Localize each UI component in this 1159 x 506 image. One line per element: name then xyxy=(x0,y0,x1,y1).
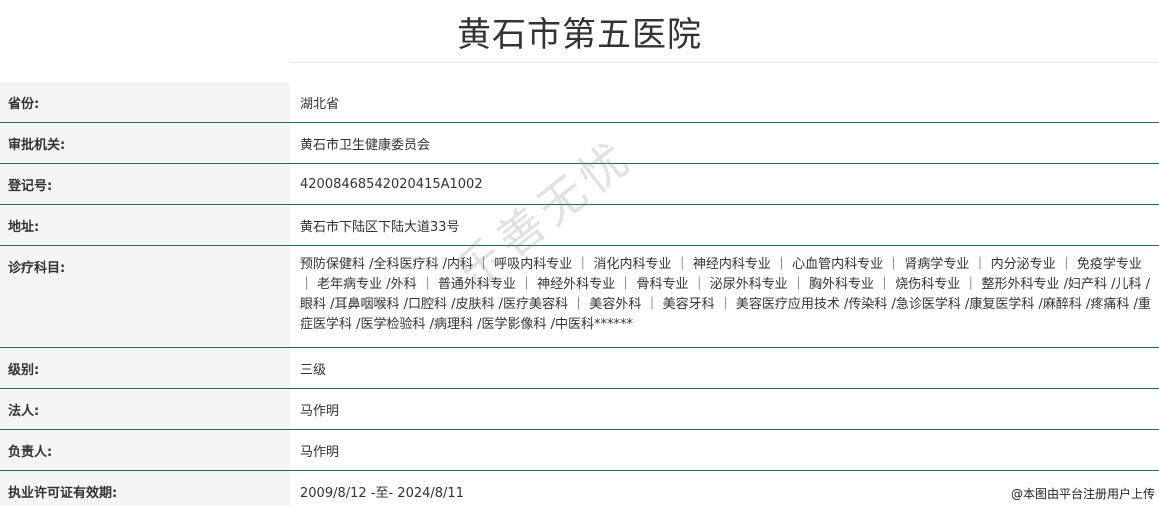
row-level: 级别: 三级 xyxy=(0,348,1159,389)
row-registration: 登记号: 42008468542020415A1002 xyxy=(0,164,1159,205)
level-value: 三级 xyxy=(290,348,1159,388)
person-in-charge-label: 负责人: xyxy=(0,430,290,470)
province-label: 省份: xyxy=(0,82,290,122)
license-validity-label: 执业许可证有效期: xyxy=(0,471,290,506)
row-license-validity: 执业许可证有效期: 2009/8/12 -至- 2024/8/11 xyxy=(0,471,1159,506)
row-authority: 审批机关: 黄石市卫生健康委员会 xyxy=(0,123,1159,164)
level-label: 级别: xyxy=(0,348,290,388)
legal-person-value: 马作明 xyxy=(290,389,1159,429)
row-address: 地址: 黄石市下陆区下陆大道33号 xyxy=(0,205,1159,246)
row-legal-person: 法人: 马作明 xyxy=(0,389,1159,430)
page-title: 黄石市第五医院 xyxy=(457,14,702,55)
info-table: 省份: 湖北省 审批机关: 黄石市卫生健康委员会 登记号: 4200846854… xyxy=(0,82,1159,506)
title-divider xyxy=(290,62,1159,63)
authority-value: 黄石市卫生健康委员会 xyxy=(290,123,1159,163)
departments-value: 预防保健科 /全科医疗科 /内科 ｜ 呼吸内科专业 ｜ 消化内科专业 ｜ 神经内… xyxy=(290,246,1159,347)
province-value: 湖北省 xyxy=(290,82,1159,122)
row-province: 省份: 湖北省 xyxy=(0,82,1159,123)
row-person-in-charge: 负责人: 马作明 xyxy=(0,430,1159,471)
upload-note: @本图由平台注册用户上传 xyxy=(1010,487,1155,501)
legal-person-label: 法人: xyxy=(0,389,290,429)
person-in-charge-value: 马作明 xyxy=(290,430,1159,470)
address-label: 地址: xyxy=(0,205,290,245)
address-value: 黄石市下陆区下陆大道33号 xyxy=(290,205,1159,245)
authority-label: 审批机关: xyxy=(0,123,290,163)
registration-label: 登记号: xyxy=(0,164,290,204)
departments-label: 诊疗科目: xyxy=(0,246,290,347)
row-departments: 诊疗科目: 预防保健科 /全科医疗科 /内科 ｜ 呼吸内科专业 ｜ 消化内科专业… xyxy=(0,246,1159,348)
registration-value: 42008468542020415A1002 xyxy=(290,164,1159,204)
hospital-info-page: 黄石市第五医院 省份: 湖北省 审批机关: 黄石市卫生健康委员会 登记号: 42… xyxy=(0,0,1159,506)
